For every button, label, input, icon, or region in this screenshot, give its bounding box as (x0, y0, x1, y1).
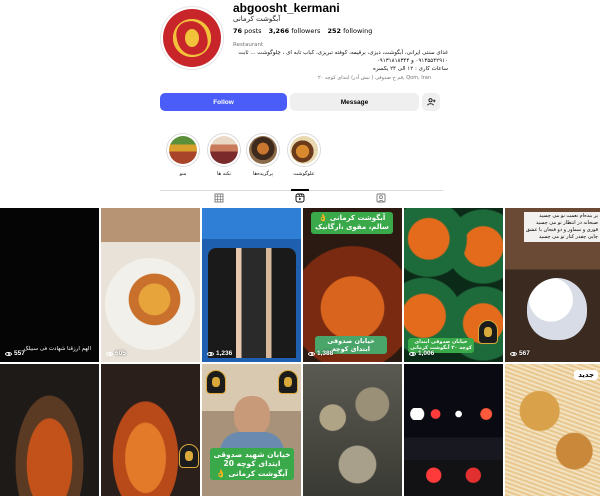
reel-tile[interactable]: خیابان شهید صدوقی ابتدای کوچه 20 آبگوشت … (202, 364, 301, 496)
address-banner: خیابان شهید صدوقی ابتدای کوچه 20 آبگوشت … (210, 448, 294, 481)
reels-icon[interactable] (295, 193, 305, 203)
restaurant-logo-badge (206, 370, 226, 394)
profile-category: Restaurant (233, 42, 264, 48)
car-dashboard (404, 460, 503, 496)
bio-line: ساعات کاری : ۱۲ الی ۲۴ یکسره (372, 66, 448, 72)
follow-button[interactable]: Follow (160, 93, 287, 111)
new-badge: جدید (574, 370, 598, 380)
tagged-icon[interactable] (376, 193, 386, 203)
highlight-menu[interactable]: منو (166, 133, 200, 177)
man-photo (234, 396, 270, 436)
highlight-abgoosht[interactable]: علوگوشت (287, 133, 321, 177)
highlight-favorites[interactable]: پرگزیده‌ها (246, 133, 280, 177)
reel-title-banner: آبگوشت کرمانی 👌 سالم، مقوی ،ارگانیک (311, 212, 393, 234)
profile-stats: 76 posts 3,266 followers 252 following (233, 27, 372, 35)
highlight-image (210, 136, 238, 164)
view-count: 557 (5, 350, 25, 357)
highlight-image (169, 136, 197, 164)
reel-tile[interactable] (101, 364, 200, 496)
suggest-button[interactable] (422, 93, 440, 111)
username: abgoosht_kermani (233, 1, 340, 15)
highlight-label: علوگوشت (293, 171, 315, 177)
highlight-image (290, 136, 318, 164)
posts-stat: 76 posts (233, 27, 262, 35)
eye-icon (510, 351, 517, 356)
reel-caption: الهم ارزقنا شهادت فی سبیلک (23, 346, 91, 352)
people-photo (208, 248, 296, 358)
restaurant-logo-badge (278, 370, 298, 394)
full-name: آبگوشت کرمانی (233, 15, 281, 23)
view-count: 605 (106, 350, 126, 357)
highlight-label: پرگزیده‌ها (252, 171, 274, 177)
reel-tile[interactable]: جدید (505, 364, 600, 496)
reels-grid: الهم ارزقنا شهادت فی سبیلک 557 605 1,236… (0, 208, 600, 496)
following-stat[interactable]: 252 following (327, 27, 372, 35)
view-count: 1,388 (308, 350, 333, 357)
view-count: 567 (510, 350, 530, 357)
reel-tile[interactable]: خیابان صدوقی ابتدای کوچه ۲۰ آبگوشت کرمان… (404, 208, 503, 362)
teapot (527, 278, 587, 340)
highlight-label: منو (179, 171, 187, 177)
eye-icon (5, 351, 12, 356)
view-count: 1,006 (409, 350, 434, 357)
reel-tile[interactable]: 1,236 (202, 208, 301, 362)
restaurant-logo (163, 9, 221, 67)
restaurant-logo-badge (179, 444, 199, 468)
profile-location[interactable]: قم خ صدوقی ( نبش آذر) ابتدای کوچه ۲۰, Qo… (318, 75, 431, 81)
profile-avatar[interactable] (160, 6, 224, 70)
reel-tile[interactable] (404, 364, 503, 496)
highlight-image (249, 136, 277, 164)
eye-icon (308, 351, 315, 356)
person-add-icon (426, 98, 435, 106)
eye-icon (207, 351, 214, 356)
restaurant-logo-badge (478, 320, 498, 344)
food-plate (105, 258, 195, 350)
eye-icon (106, 351, 113, 356)
highlight-label: نکته ها (216, 171, 232, 177)
message-button[interactable]: Message (290, 93, 419, 111)
reel-tile[interactable] (303, 364, 402, 496)
highlight-tips[interactable]: نکته ها (207, 133, 241, 177)
reel-tile[interactable] (0, 364, 99, 496)
bio-line: ۰۹۱۳۵۵۴۲۹۱۰ و ۰۹۱۳۱۸۱۸۳۴۴ (376, 58, 448, 64)
street-lights (408, 408, 500, 420)
reel-tile[interactable]: الهم ارزقنا شهادت فی سبیلک 557 (0, 208, 99, 362)
reel-tile[interactable]: آبگوشت کرمانی 👌 سالم، مقوی ،ارگانیک خیاب… (303, 208, 402, 362)
reel-tile[interactable]: 605 (101, 208, 200, 362)
profile-bio: غذای سنتی ایرانی، آبگوشت، دیزی، برقیمه، … (233, 49, 448, 73)
eye-icon (409, 351, 416, 356)
poem-caption: بر بنده‌ام نعمت نو می چسید صبحانه در انت… (523, 212, 600, 242)
reel-tile[interactable]: بر بنده‌ام نعمت نو می چسید صبحانه در انت… (505, 208, 600, 362)
grid-icon[interactable] (214, 193, 224, 203)
view-count: 1,236 (207, 350, 232, 357)
active-tab-indicator (291, 189, 309, 191)
bio-line: غذای سنتی ایرانی، آبگوشت، دیزی، برقیمه، … (238, 50, 448, 56)
followers-stat[interactable]: 3,266 followers (269, 27, 321, 35)
